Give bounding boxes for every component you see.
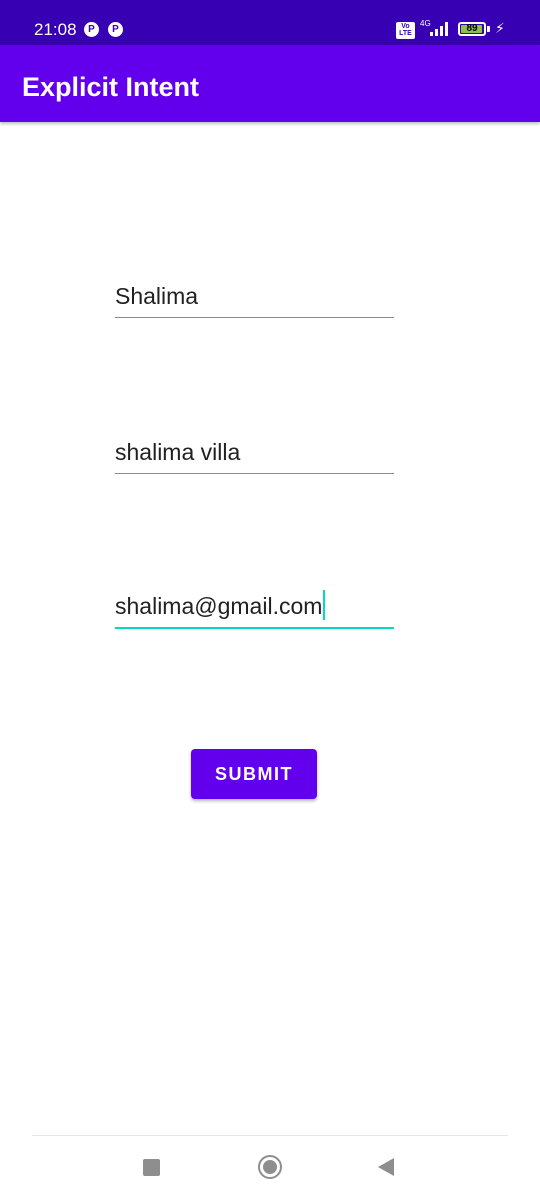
- text-cursor: [323, 590, 326, 620]
- battery-level: 89: [466, 23, 478, 34]
- back-icon[interactable]: [378, 1158, 394, 1176]
- address-field-value: shalima villa: [115, 439, 241, 465]
- signal-icon: [424, 22, 452, 36]
- notification-icon: P: [84, 22, 99, 37]
- battery-icon: 89: [458, 22, 486, 36]
- email-field-container: shalima@gmail.com: [115, 590, 326, 620]
- status-time: 21:08: [34, 20, 77, 39]
- status-bar: 21:08 P P Vo LTE 4G 89 ⚡: [0, 0, 540, 45]
- home-icon[interactable]: [258, 1155, 282, 1179]
- email-field-value: shalima@gmail.com: [115, 593, 323, 619]
- submit-button[interactable]: SUBMIT: [191, 749, 317, 799]
- nav-divider: [32, 1135, 508, 1136]
- battery-tip: [487, 26, 490, 32]
- name-field-value: Shalima: [115, 283, 199, 309]
- app-title: Explicit Intent: [22, 72, 200, 102]
- recent-apps-icon[interactable]: [143, 1159, 160, 1176]
- name-field[interactable]: Shalima: [115, 277, 394, 318]
- address-field[interactable]: shalima villa: [115, 433, 394, 474]
- volte-icon: Vo LTE: [396, 22, 415, 39]
- notification-icon: P: [108, 22, 123, 37]
- charging-icon: ⚡: [495, 20, 505, 36]
- email-field[interactable]: shalima@gmail.com: [115, 587, 394, 629]
- app-bar: Explicit Intent: [0, 45, 540, 122]
